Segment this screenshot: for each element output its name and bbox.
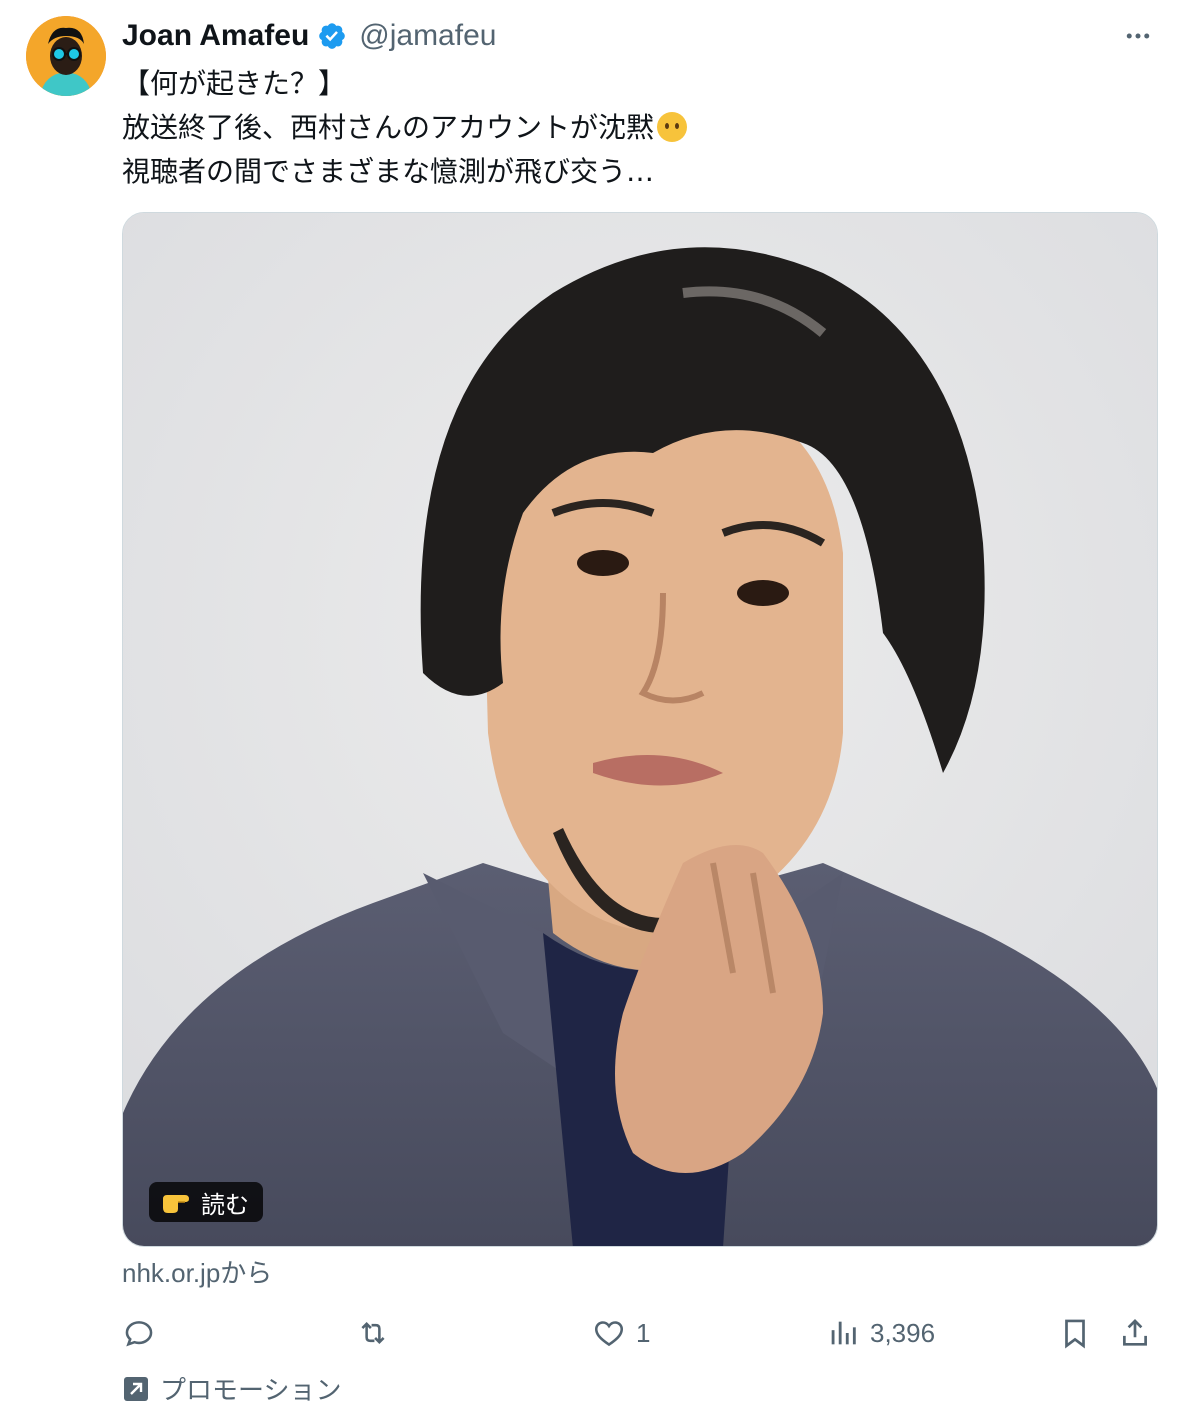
post-header: Joan Amafeu @jamafeu bbox=[122, 14, 1156, 58]
pointing-right-hand-icon bbox=[161, 1189, 193, 1215]
promotion-label: プロモーション bbox=[160, 1376, 342, 1406]
post-text-line: 視聴者の間でさまざまな憶測が飛び交う… bbox=[122, 155, 655, 188]
neutral-face-no-mouth-icon bbox=[656, 111, 688, 143]
reply-icon bbox=[125, 1321, 153, 1347]
read-more-badge[interactable]: 読む bbox=[149, 1182, 263, 1222]
promoted-arrow-icon bbox=[122, 1375, 150, 1403]
like-button[interactable]: 1 bbox=[592, 1310, 650, 1356]
more-options-icon[interactable] bbox=[1120, 18, 1156, 54]
bookmark-icon bbox=[1065, 1319, 1085, 1349]
link-source-domain[interactable]: nhk.or.jpから bbox=[122, 1253, 272, 1290]
views-chart-icon bbox=[831, 1321, 856, 1345]
author-display-name[interactable]: Joan Amafeu bbox=[122, 19, 309, 53]
share-icon bbox=[1123, 1319, 1147, 1346]
read-more-label: 読む bbox=[201, 1190, 249, 1219]
like-count: 1 bbox=[636, 1317, 651, 1348]
post-avatar[interactable] bbox=[26, 16, 106, 96]
heart-icon bbox=[594, 1321, 624, 1347]
repost-icon bbox=[361, 1321, 385, 1345]
share-button[interactable] bbox=[1118, 1310, 1152, 1356]
photo-of-man bbox=[123, 213, 1157, 1246]
repost-button[interactable] bbox=[356, 1310, 390, 1356]
views-button[interactable]: 3,396 bbox=[826, 1310, 935, 1356]
promotion-indicator[interactable]: プロモーション bbox=[122, 1370, 341, 1407]
post-media-card[interactable]: 読む bbox=[122, 212, 1158, 1247]
post-text-line: 【何が起きた？】 bbox=[122, 67, 347, 100]
bookmark-button[interactable] bbox=[1058, 1310, 1092, 1356]
post-text: 【何が起きた？】 放送終了後、西村さんのアカウントが沈黙 視聴者の間でさまざまな… bbox=[122, 62, 1152, 194]
author-handle[interactable]: @jamafeu bbox=[359, 19, 496, 53]
reply-button[interactable] bbox=[122, 1310, 156, 1356]
views-count: 3,396 bbox=[870, 1317, 936, 1348]
avatar-illustration bbox=[26, 16, 106, 96]
verified-badge-icon[interactable] bbox=[317, 21, 347, 51]
post-action-bar: 1 3,396 bbox=[122, 1310, 1158, 1356]
post-text-line-with-emoji: 放送終了後、西村さんのアカウントが沈黙 bbox=[122, 106, 1152, 150]
post-text-line: 放送終了後、西村さんのアカウントが沈黙 bbox=[122, 111, 655, 144]
